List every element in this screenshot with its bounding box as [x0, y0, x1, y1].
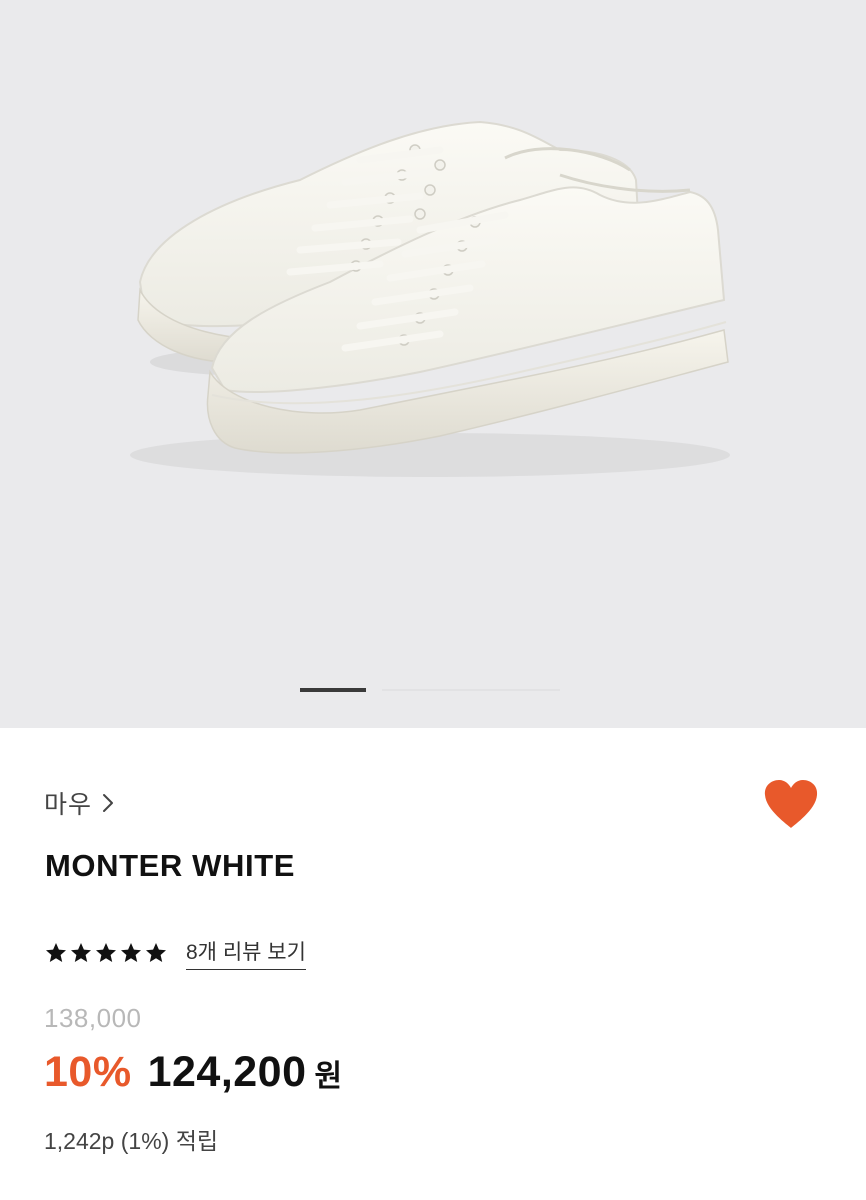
star-icon [146, 943, 166, 962]
rating-row: 8개 리뷰 보기 [44, 936, 306, 970]
image-pager[interactable] [300, 688, 560, 692]
star-icon [121, 943, 141, 962]
pager-track [382, 689, 560, 691]
sale-price: 124,200 [147, 1048, 307, 1096]
currency-label: 원 [314, 1060, 343, 1093]
product-image-gallery[interactable] [0, 0, 866, 728]
reward-points: 1,242p (1%) 적립 [44, 1128, 219, 1154]
star-icon [46, 943, 66, 962]
star-icon [96, 943, 116, 962]
brand-link[interactable]: 마우 [44, 785, 114, 821]
wishlist-button[interactable] [762, 778, 820, 830]
product-title: MONTER WHITE [45, 848, 296, 883]
pager-active-indicator [300, 688, 366, 692]
price-row: 10% 124,200 원 [44, 1048, 342, 1097]
brand-name: 마우 [44, 791, 93, 819]
heart-icon [764, 780, 818, 828]
star-rating [44, 941, 168, 965]
original-price: 138,000 [44, 1003, 142, 1033]
chevron-right-icon [103, 794, 114, 812]
review-link[interactable]: 8개 리뷰 보기 [186, 936, 306, 970]
product-image [130, 120, 730, 477]
star-icon [71, 943, 91, 962]
discount-rate: 10% [44, 1048, 132, 1096]
